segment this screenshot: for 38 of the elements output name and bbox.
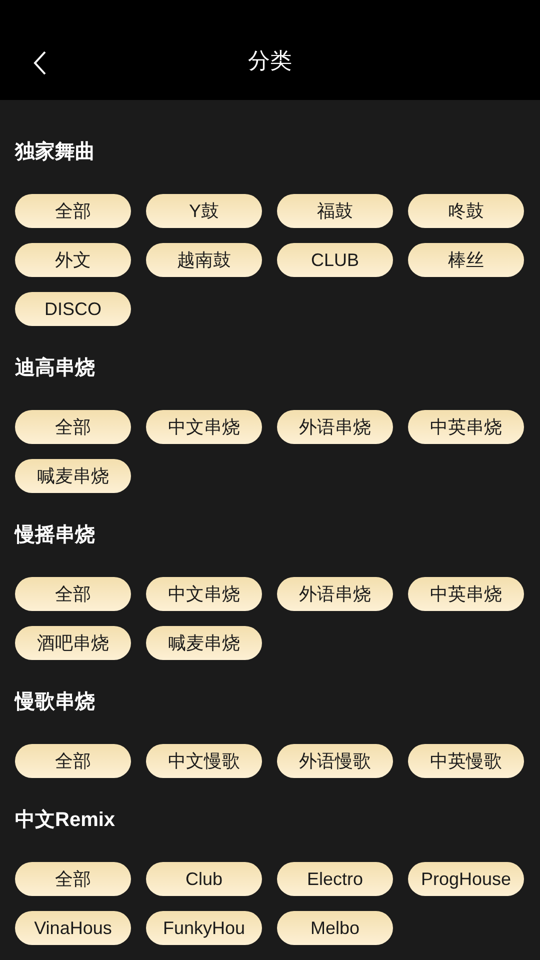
- category-tag[interactable]: Y鼓: [146, 194, 262, 228]
- category-tag[interactable]: 中文串烧: [146, 410, 262, 444]
- category-tag[interactable]: 外语串烧: [277, 577, 393, 611]
- section-title: 慢摇串烧: [15, 523, 96, 547]
- category-tag[interactable]: 中英慢歌: [408, 744, 524, 778]
- category-tag[interactable]: 中英串烧: [408, 577, 524, 611]
- category-tag[interactable]: Melbo: [277, 911, 393, 945]
- category-tag[interactable]: 全部: [15, 744, 131, 778]
- category-tag[interactable]: 全部: [15, 194, 131, 228]
- category-tag[interactable]: 喊麦串烧: [146, 626, 262, 660]
- category-tag[interactable]: 中英串烧: [408, 410, 524, 444]
- category-tag[interactable]: 外语慢歌: [277, 744, 393, 778]
- category-tag[interactable]: 咚鼓: [408, 194, 524, 228]
- category-tag[interactable]: 福鼓: [277, 194, 393, 228]
- category-tag[interactable]: 喊麦串烧: [15, 459, 131, 493]
- section-title: 迪高串烧: [15, 356, 96, 380]
- category-tag[interactable]: 中文串烧: [146, 577, 262, 611]
- category-tag[interactable]: FunkyHou: [146, 911, 262, 945]
- category-tag[interactable]: 中文慢歌: [146, 744, 262, 778]
- section-title: 独家舞曲: [15, 140, 96, 164]
- category-tag[interactable]: 酒吧串烧: [15, 626, 131, 660]
- section-title: 中文Remix: [15, 808, 116, 832]
- category-tag[interactable]: 外语串烧: [277, 410, 393, 444]
- category-tag[interactable]: 全部: [15, 862, 131, 896]
- category-tag[interactable]: Electro: [277, 862, 393, 896]
- category-tag[interactable]: Club: [146, 862, 262, 896]
- category-tag[interactable]: 全部: [15, 410, 131, 444]
- category-tag[interactable]: ProgHouse: [408, 862, 524, 896]
- category-tag[interactable]: VinaHous: [15, 911, 131, 945]
- category-tag[interactable]: 棒丝: [408, 243, 524, 277]
- back-icon[interactable]: [33, 50, 47, 76]
- category-tag[interactable]: CLUB: [277, 243, 393, 277]
- category-tag[interactable]: 越南鼓: [146, 243, 262, 277]
- category-tag[interactable]: 全部: [15, 577, 131, 611]
- category-tag[interactable]: 外文: [15, 243, 131, 277]
- section-title: 慢歌串烧: [15, 690, 96, 714]
- category-tag[interactable]: DISCO: [15, 292, 131, 326]
- page-title: 分类: [248, 48, 292, 76]
